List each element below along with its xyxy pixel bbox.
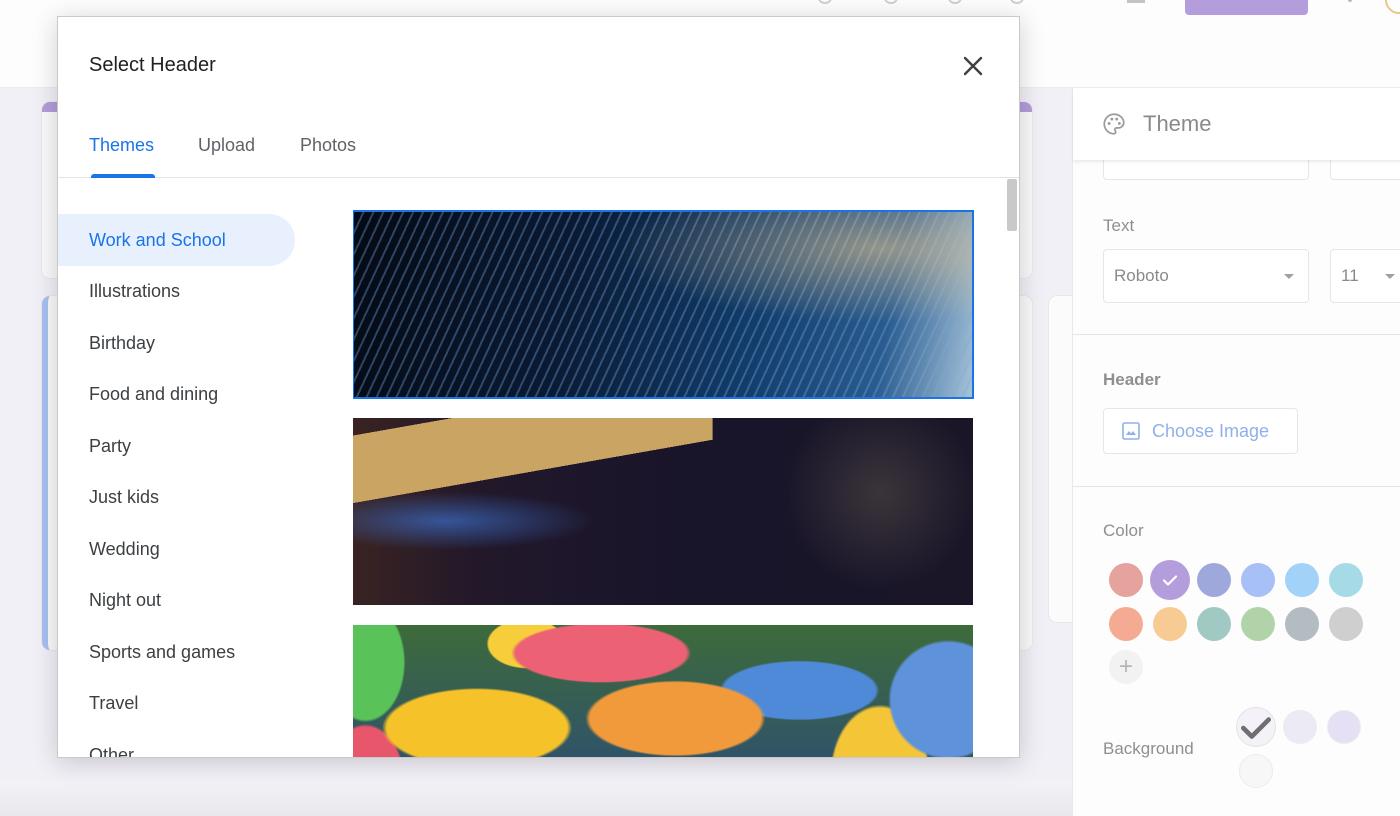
category-item[interactable]: Night out [58, 575, 295, 627]
chevron-down-icon [1284, 274, 1294, 279]
chevron-down-icon [1385, 274, 1395, 279]
color-swatch[interactable] [1329, 563, 1363, 597]
category-item[interactable]: Party [58, 420, 295, 472]
theme-panel-header: Theme [1073, 88, 1400, 160]
avatar[interactable] [1385, 0, 1400, 14]
close-icon [963, 56, 983, 76]
color-swatch[interactable] [1109, 607, 1143, 641]
theme-image-candy[interactable] [353, 625, 973, 757]
header-size-select[interactable]: 12 [1330, 160, 1400, 180]
color-swatch[interactable] [1153, 607, 1187, 641]
category-item[interactable]: Birthday [58, 317, 295, 369]
active-tab-indicator [91, 174, 155, 178]
color-swatch[interactable] [1285, 607, 1319, 641]
color-swatch[interactable] [1109, 563, 1143, 597]
choose-image-button[interactable]: Choose Image [1103, 408, 1298, 454]
category-item[interactable]: Sports and games [58, 626, 295, 678]
color-swatch[interactable] [1329, 607, 1363, 641]
header-font-select[interactable]: Roboto [1103, 160, 1309, 180]
image-icon [1122, 422, 1140, 440]
dialog-title: Select Header [89, 54, 216, 76]
color-swatch[interactable] [1285, 563, 1319, 597]
redo-toolbar-icon[interactable] [1010, 0, 1024, 4]
preview-toolbar-icon[interactable] [884, 0, 898, 4]
color-label: Color [1103, 521, 1144, 540]
color-swatch[interactable] [1241, 607, 1275, 641]
category-item[interactable]: Other [58, 729, 295, 758]
menu-icon[interactable] [1127, 0, 1145, 3]
theme-image-grid [353, 179, 1003, 757]
category-item[interactable]: Illustrations [58, 266, 295, 318]
palette-icon [1103, 113, 1125, 135]
scrollbar-thumb[interactable] [1007, 179, 1017, 231]
category-item[interactable]: Food and dining [58, 369, 295, 421]
theme-image-fiber-optic[interactable] [353, 210, 974, 399]
tab-upload[interactable]: Upload [198, 135, 255, 156]
theme-panel-title: Theme [1143, 111, 1212, 136]
dialog-tabs: Themes Upload Photos [58, 127, 1019, 178]
category-list: Work and School Illustrations Birthday Food… [58, 179, 338, 758]
background-swatch[interactable] [1283, 710, 1317, 744]
close-button[interactable] [958, 51, 988, 81]
check-icon [1241, 717, 1271, 739]
palette-toolbar-icon[interactable] [818, 0, 832, 4]
theme-panel: Theme Roboto 12 Text Roboto 11 Header Ch… [1072, 88, 1400, 816]
image-scrollbar[interactable] [1005, 179, 1019, 757]
background-label: Background [1103, 739, 1194, 758]
divider [1073, 334, 1400, 335]
add-custom-color-button[interactable]: + [1109, 650, 1143, 684]
theme-image-guitar[interactable] [353, 418, 973, 605]
more-options-icon[interactable] [1348, 0, 1352, 2]
header-label: Header [1103, 370, 1161, 389]
divider [1073, 486, 1400, 487]
background-swatch[interactable] [1236, 707, 1276, 747]
category-item[interactable]: Travel [58, 678, 295, 730]
color-swatch[interactable] [1197, 607, 1231, 641]
category-item[interactable]: Wedding [58, 523, 295, 575]
tab-photos[interactable]: Photos [300, 135, 356, 156]
color-swatch[interactable] [1197, 563, 1231, 597]
tab-themes[interactable]: Themes [89, 135, 154, 156]
theme-panel-content[interactable]: Roboto 12 Text Roboto 11 Header Choose I… [1073, 160, 1400, 816]
color-swatch[interactable] [1150, 560, 1190, 600]
background-swatch[interactable] [1327, 710, 1361, 744]
category-item[interactable]: Just kids [58, 472, 295, 524]
color-swatch[interactable] [1241, 563, 1275, 597]
text-font-select[interactable]: Roboto [1103, 249, 1309, 303]
select-header-dialog: Select Header Themes Upload Photos Work … [57, 16, 1020, 758]
category-item[interactable]: Work and School [58, 214, 295, 266]
undo-toolbar-icon[interactable] [948, 0, 962, 4]
check-icon [1162, 575, 1178, 586]
text-label: Text [1103, 216, 1135, 235]
send-button[interactable] [1185, 0, 1308, 15]
background-swatch[interactable] [1239, 754, 1273, 788]
text-size-select[interactable]: 11 [1330, 249, 1400, 303]
